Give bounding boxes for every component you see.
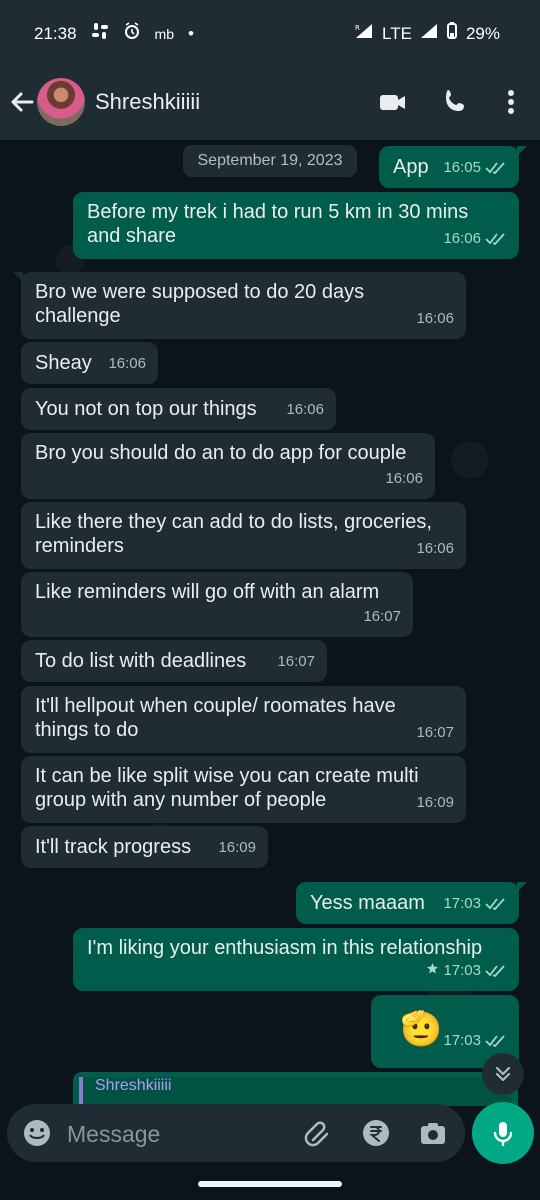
message-time: 16:09 (218, 839, 256, 856)
message-text: Like reminders will go off with an alarm (35, 581, 380, 603)
message-bubble[interactable]: Sheay 16:06 (21, 342, 158, 384)
double-check-icon (485, 965, 505, 978)
svg-text:R: R (355, 24, 360, 32)
message-time: 17:03 (443, 962, 481, 979)
message-text: Bro you should do an to do app for coupl… (35, 442, 407, 464)
message-time: 16:06 (108, 355, 146, 372)
message-bubble[interactable]: I'm liking your enthusiasm in this relat… (73, 928, 519, 991)
message-text: Like there they can add to do lists, gro… (35, 511, 432, 557)
message-time: 17:03 (443, 1032, 481, 1049)
message-text: It'll hellpout when couple/ roomates hav… (35, 695, 396, 741)
message-time: 16:07 (416, 724, 454, 741)
double-check-icon (485, 898, 505, 911)
message-time: 16:06 (416, 310, 454, 327)
message-bubble[interactable]: Bro we were supposed to do 20 days chall… (13, 272, 466, 339)
message-text: It can be like split wise you can create… (35, 765, 419, 811)
message-input[interactable] (65, 1117, 299, 1151)
date-chip: September 19, 2023 (183, 145, 357, 177)
message-time: 16:06 (385, 470, 423, 487)
message-meta: 17:03 (426, 959, 507, 983)
message-bubble[interactable]: Before my trek i had to run 5 km in 30 m… (73, 192, 519, 259)
message-time: 17:03 (443, 895, 481, 912)
emoji-icon[interactable] (22, 1118, 52, 1148)
double-chevron-down-icon (495, 1066, 511, 1082)
quoted-sender: Shreshkiiiii (79, 1077, 512, 1106)
message-text: Before my trek i had to run 5 km in 30 m… (87, 201, 469, 247)
more-options-icon[interactable] (496, 87, 526, 117)
message-bubble[interactable]: Yess maaam 17:03 (296, 882, 527, 924)
contact-avatar[interactable] (37, 78, 85, 126)
message-bubble[interactable]: Bro you should do an to do app for coupl… (21, 433, 435, 499)
notification-dot-icon: • (188, 23, 194, 43)
message-bubble[interactable]: To do list with deadlines 16:07 (21, 640, 327, 682)
message-time: 16:06 (286, 401, 324, 418)
status-bar: 21:38 mb • R LTE 29% (0, 0, 540, 64)
scroll-to-bottom-button[interactable] (482, 1053, 524, 1095)
gesture-navigation-bar[interactable] (198, 1181, 342, 1187)
payment-rupee-icon[interactable] (361, 1118, 391, 1148)
message-bubble[interactable]: Like reminders will go off with an alarm… (21, 572, 413, 637)
message-bubble[interactable]: It'll track progress 16:09 (21, 826, 268, 868)
message-time: 16:07 (363, 608, 401, 625)
message-time: 16:07 (277, 653, 315, 670)
message-time: 16:05 (443, 159, 481, 176)
message-bubble[interactable]: It'll hellpout when couple/ roomates hav… (21, 686, 466, 753)
message-composer (7, 1104, 465, 1162)
network-type: LTE (382, 23, 412, 43)
status-time: 21:38 (34, 23, 77, 43)
signal-roaming-icon: R (354, 22, 374, 45)
status-right: R LTE 29% (354, 22, 500, 45)
status-mb: mb (154, 25, 174, 42)
quoted-message-preview[interactable]: Shreshkiiiii (73, 1072, 518, 1106)
message-text: To do list with deadlines (35, 650, 247, 672)
battery-percent: 29% (465, 23, 500, 43)
message-meta: 17:03 (443, 892, 507, 916)
contact-name[interactable]: Shreshkiiiii (95, 89, 200, 115)
message-time: 16:06 (416, 540, 454, 557)
message-text: Bro we were supposed to do 20 days chall… (35, 281, 365, 327)
message-time: 16:09 (416, 794, 454, 811)
double-check-icon (485, 1035, 505, 1048)
chat-header: Shreshkiiiii (0, 64, 540, 140)
message-bubble[interactable]: App 16:05 (379, 146, 527, 188)
slack-icon (91, 22, 109, 45)
voice-message-button[interactable] (472, 1102, 534, 1164)
message-bubble[interactable]: You not on top our things 16:06 (21, 388, 336, 430)
back-arrow-icon[interactable] (8, 88, 36, 116)
message-time: 16:06 (443, 230, 481, 247)
message-meta: 16:05 (443, 156, 507, 180)
double-check-icon (485, 162, 505, 175)
camera-icon[interactable] (418, 1118, 448, 1148)
phone-call-icon[interactable] (440, 87, 470, 117)
starred-icon (427, 963, 439, 974)
double-check-icon (485, 233, 505, 246)
status-left: 21:38 mb • (34, 22, 194, 45)
video-call-icon[interactable] (378, 87, 408, 117)
alarm-icon (123, 22, 141, 45)
attachment-icon[interactable] (303, 1118, 333, 1148)
battery-icon (446, 22, 458, 45)
message-text: I'm liking your enthusiasm in this relat… (87, 937, 483, 959)
message-meta: 16:06 (443, 227, 507, 251)
microphone-icon (493, 1122, 513, 1147)
message-text: You not on top our things (35, 398, 257, 420)
signal-icon (420, 22, 438, 45)
message-bubble[interactable]: Like there they can add to do lists, gro… (21, 502, 466, 569)
message-bubble[interactable]: It can be like split wise you can create… (21, 756, 466, 823)
